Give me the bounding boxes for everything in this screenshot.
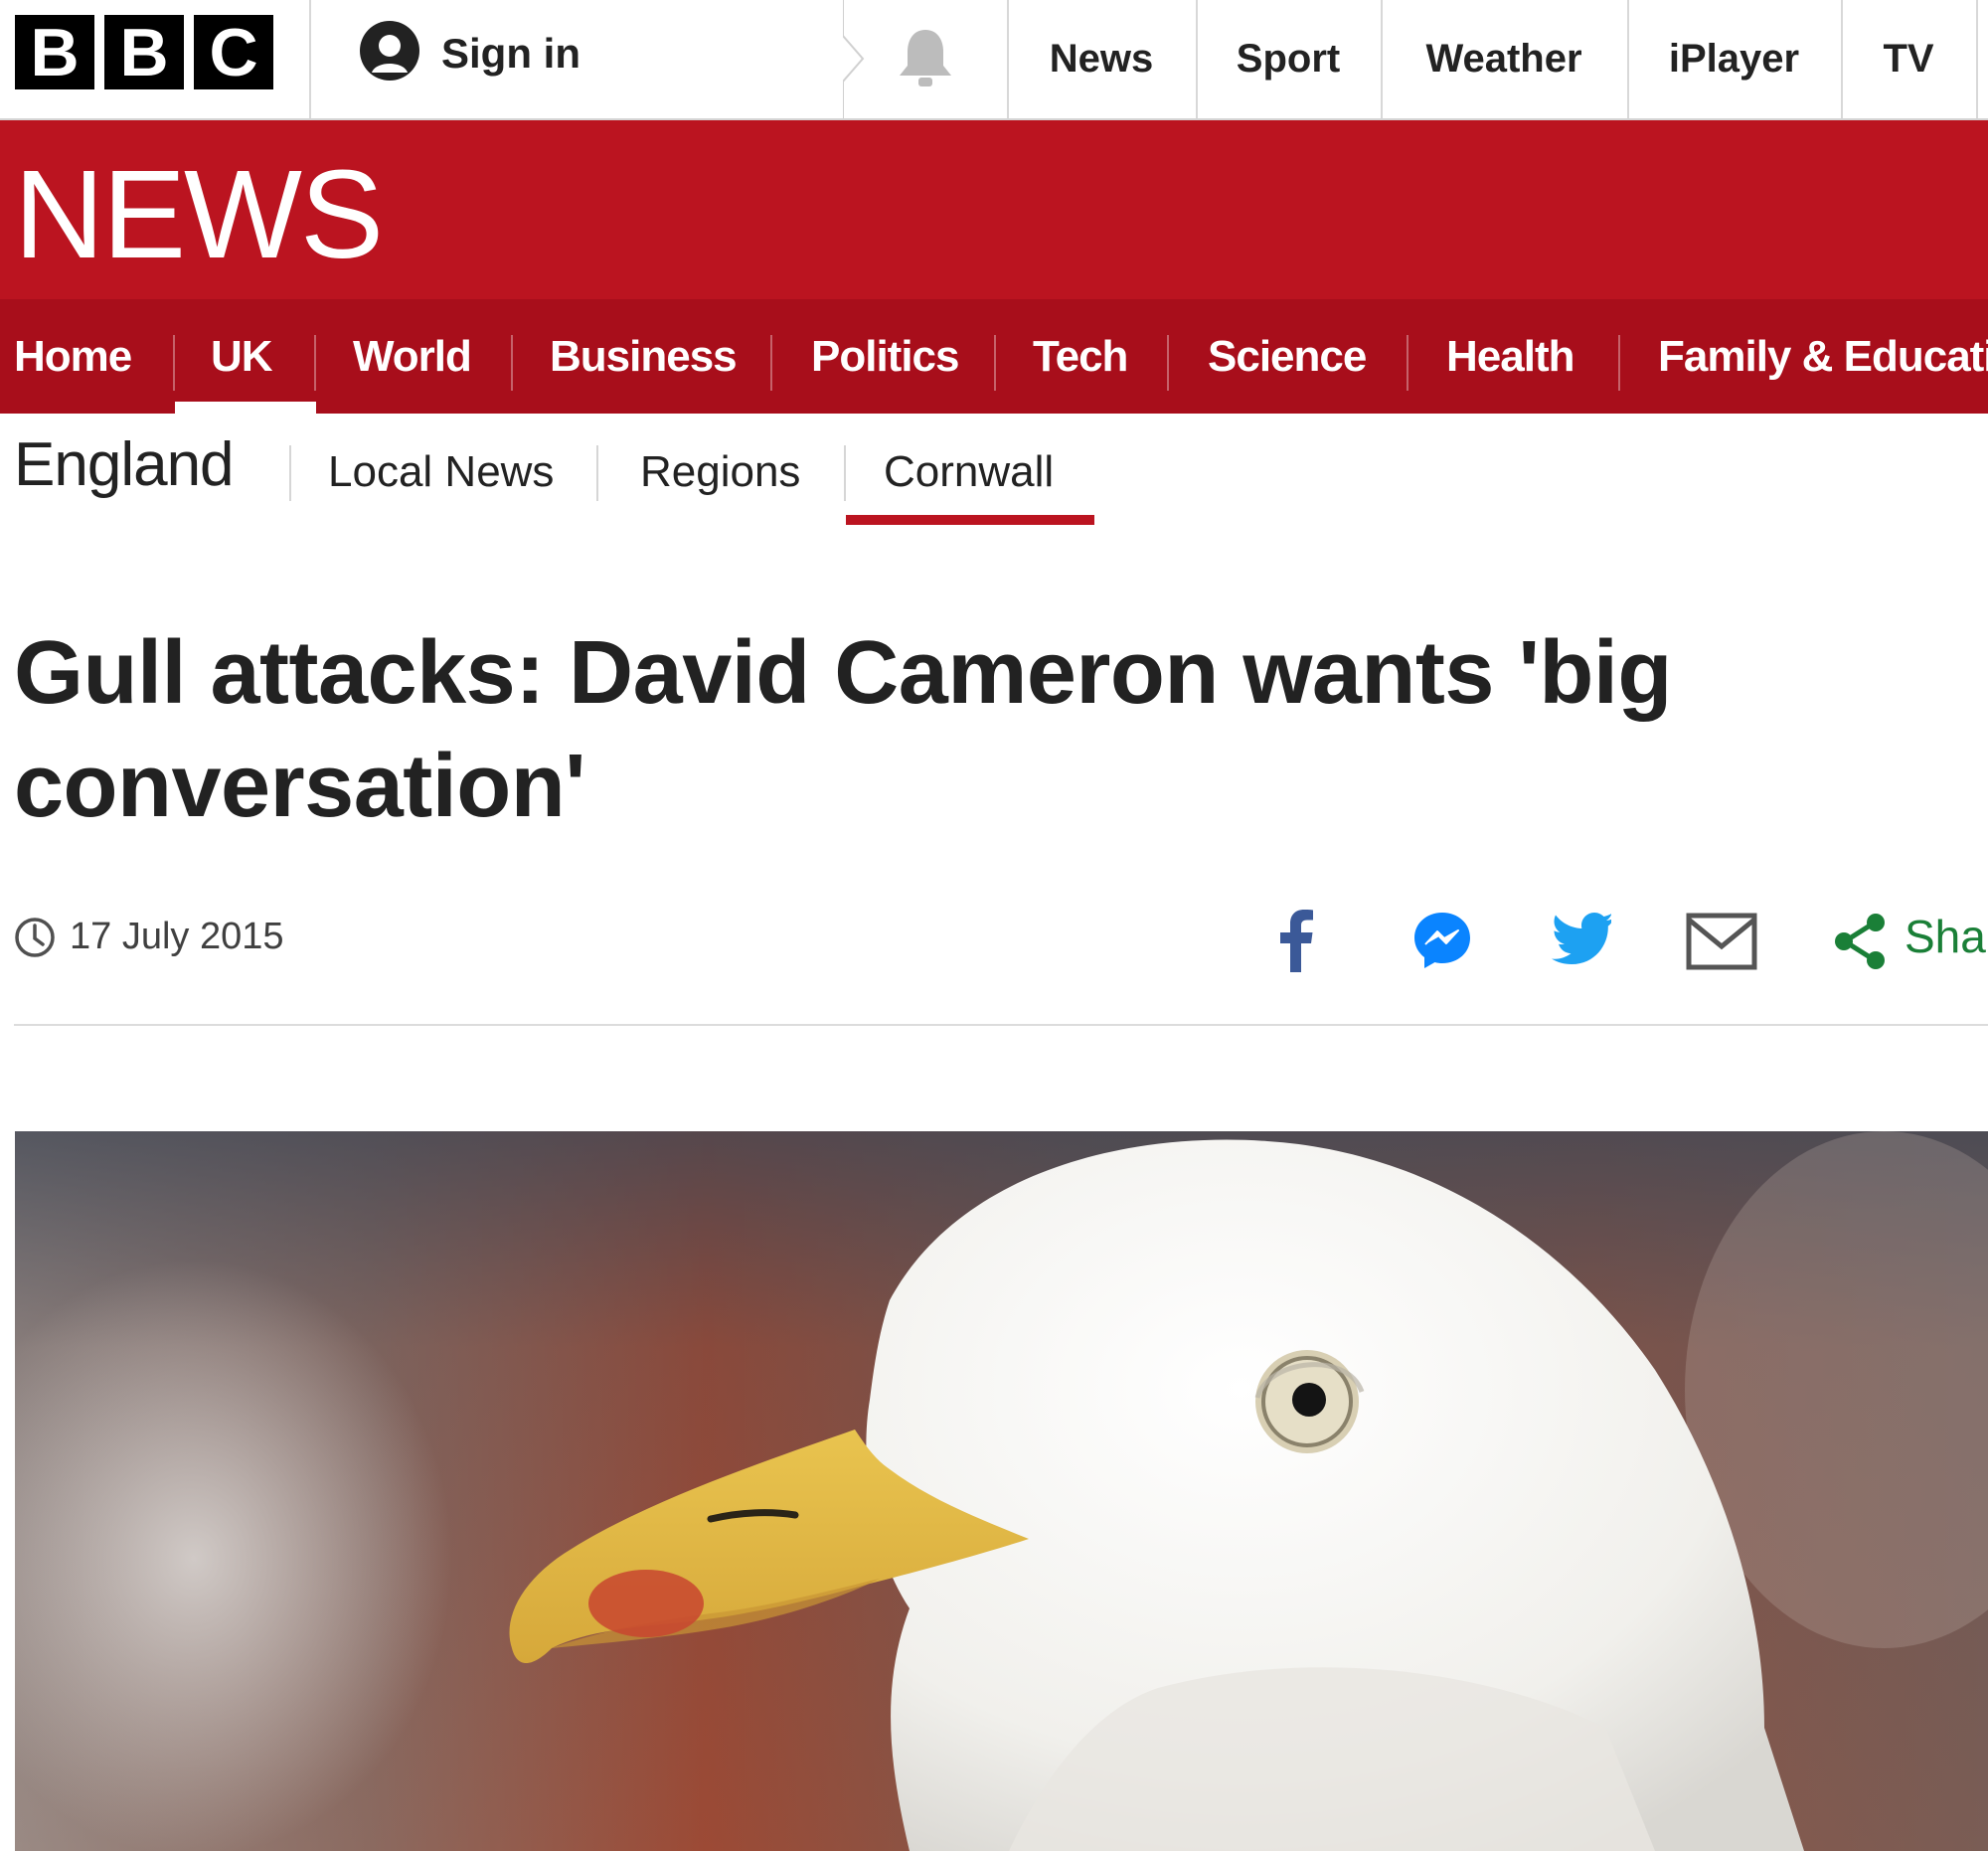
divider [14, 1024, 1988, 1026]
subnav-title[interactable]: England [14, 429, 235, 500]
subnav-cornwall[interactable]: Cornwall [884, 437, 1054, 507]
subnav-regions[interactable]: Regions [640, 437, 800, 507]
divider [844, 445, 846, 501]
divider [173, 335, 175, 391]
article-date-text: 17 July 2015 [70, 916, 284, 957]
nav-world[interactable]: World [353, 299, 472, 414]
gull-photo [15, 1131, 1988, 1851]
messenger-icon [1414, 913, 1470, 968]
share-twitter-button[interactable] [1552, 913, 1613, 969]
subnav-local-news[interactable]: Local News [328, 437, 554, 507]
nav-science[interactable]: Science [1208, 299, 1367, 414]
divider-chevron [843, 0, 865, 118]
share-icon [1835, 914, 1885, 969]
bbc-logo[interactable]: B B C [15, 15, 273, 90]
topnav-iplayer[interactable]: iPlayer [1627, 0, 1841, 118]
share-label[interactable]: Sha [1905, 910, 1986, 963]
topnav-sport[interactable]: Sport [1196, 0, 1381, 118]
share-email-button[interactable] [1686, 913, 1757, 975]
divider [1976, 0, 1978, 118]
nav-uk[interactable]: UK [211, 299, 273, 414]
nav-business[interactable]: Business [550, 299, 738, 414]
bbc-logo-letter: C [194, 15, 273, 90]
share-more-button[interactable] [1833, 913, 1889, 975]
divider [596, 445, 598, 501]
topnav-weather[interactable]: Weather [1381, 0, 1627, 118]
twitter-icon [1552, 913, 1613, 964]
active-subnav-indicator [846, 515, 1094, 525]
email-icon [1686, 913, 1757, 970]
nav-tech[interactable]: Tech [1033, 299, 1128, 414]
divider [1167, 335, 1169, 391]
user-icon [360, 21, 419, 90]
nav-politics[interactable]: Politics [811, 299, 959, 414]
active-section-indicator [175, 402, 316, 414]
share-messenger-button[interactable] [1411, 910, 1473, 976]
divider [314, 335, 316, 391]
article-headline: Gull attacks: David Cameron wants 'big c… [14, 623, 1672, 836]
nav-home[interactable]: Home [14, 299, 132, 414]
divider [1618, 335, 1620, 391]
sign-in-label: Sign in [441, 30, 580, 77]
divider [994, 335, 996, 391]
notifications-button[interactable] [895, 26, 956, 94]
facebook-icon [1280, 910, 1313, 972]
sign-in-button[interactable]: Sign in [360, 21, 580, 90]
divider [511, 335, 513, 391]
topnav-tv[interactable]: TV [1841, 0, 1976, 118]
bell-icon [900, 30, 951, 86]
news-logo[interactable]: NEWS [14, 140, 384, 289]
bbc-logo-letter: B [104, 15, 184, 90]
clock-icon [15, 917, 55, 957]
bbc-logo-letter: B [15, 15, 94, 90]
nav-health[interactable]: Health [1446, 299, 1574, 414]
share-facebook-button[interactable] [1278, 907, 1314, 977]
article-date: 17 July 2015 [14, 916, 284, 958]
article-hero-image [15, 1131, 1988, 1851]
nav-family-education[interactable]: Family & Educati [1658, 299, 1988, 414]
topnav-news[interactable]: News [1007, 0, 1196, 118]
divider [289, 445, 291, 501]
divider [309, 0, 311, 118]
divider [1407, 335, 1408, 391]
divider [770, 335, 772, 391]
